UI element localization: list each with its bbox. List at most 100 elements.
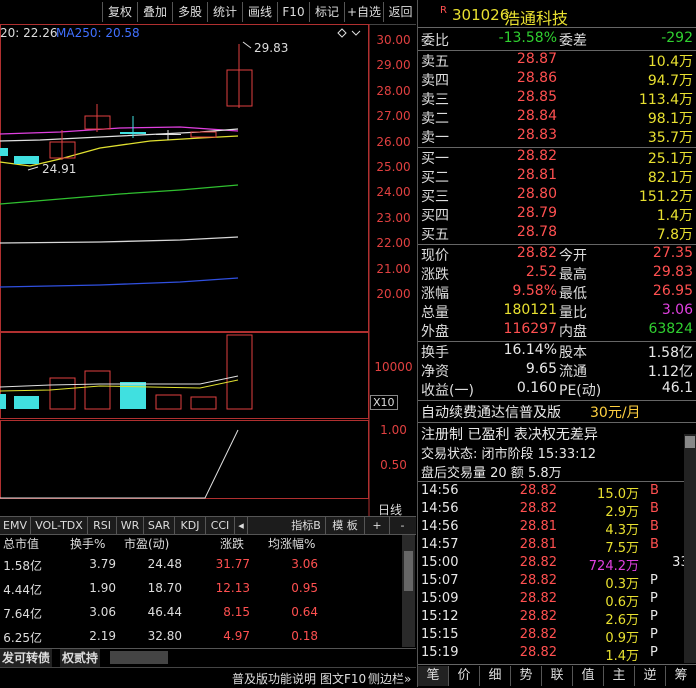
tick-time: 15:12 [421,609,459,624]
tick-price: 28.81 [519,519,557,534]
kline-chart[interactable]: 20: 22.26 MA250: 20.58 29.83 24.91 30.00… [0,24,416,517]
tab-convertible-bond[interactable]: 发可转债 [0,649,53,667]
tick-volume: 0.3万 [605,577,639,592]
book-row[interactable]: 卖一 28.83 35.7万 [418,127,696,146]
stats-cell: 32.80 [147,629,182,643]
zoom-in-button[interactable]: + [365,517,390,534]
right-tab[interactable]: 价 [449,666,480,686]
book-row[interactable]: 卖二 28.84 98.1万 [418,108,696,127]
weibi-row: 委比 -13.58% 委差 -292 [421,30,693,49]
right-tab[interactable]: 值 [573,666,604,686]
fund-value: 1.12亿 [647,364,693,380]
indicator-tabs: EMV VOL-TDX RSI WR SAR KDJ CCI ◂ 指标B 模 板… [0,516,416,535]
template-button[interactable]: 模 板 [326,517,365,534]
mark-button[interactable]: 标记 [309,2,344,22]
tab-scroll-left[interactable]: ◂ [235,517,248,534]
high-price-label: 29.83 [254,41,289,55]
stats-cell: 0.64 [291,605,318,619]
chart-toolbar: 复权 叠加 多股 统计 画线 F10 标记 +自选 返回 [0,0,416,25]
tab-vol-tdx[interactable]: VOL-TDX [31,517,88,534]
candle [156,134,181,135]
book-row[interactable]: 卖四 28.86 94.7万 [418,70,696,89]
tab-wr[interactable]: WR [117,517,144,534]
help-link[interactable]: 普及版功能说明 [232,670,316,687]
multi-stock-button[interactable]: 多股 [172,2,207,22]
chevron-down-icon[interactable] [351,30,361,36]
tab-holdings[interactable]: 权贰持 [60,649,101,667]
bottom-tabs: 发可转债 权贰持 [0,648,416,667]
tab-kdj[interactable]: KDJ [175,517,206,534]
indicator-line [0,429,239,499]
candle [120,132,146,134]
fuquan-button[interactable]: 复权 [102,2,137,22]
stats-cell: 31.77 [215,557,250,571]
tab-sar[interactable]: SAR [144,517,175,534]
stats-rows: 1.58亿 3.79 24.48 31.77 3.06 4.44亿 1.90 18.70 12.… [0,535,416,647]
f10-button[interactable]: F10 [277,2,309,22]
detail-row: 总量 180121 量比 3.06 [418,302,696,321]
f10-link[interactable]: 图文F10 [320,670,366,687]
tab-rsi[interactable]: RSI [88,517,117,534]
stats-scrollbar[interactable] [402,535,415,647]
low-price-label: 24.91 [42,162,77,176]
right-tab[interactable]: 笔 [418,666,449,686]
promo-row[interactable]: 自动续费通达信普及版 30元/月 [418,402,696,421]
book-row[interactable]: 买五 28.78 7.8万 [418,224,696,243]
scrollbar-thumb[interactable] [404,551,413,591]
indicator-b-button[interactable]: 指标B [287,517,326,534]
fund-label: 净资 [421,364,449,380]
detail-row: 现价 28.82 今开 27.35 [418,245,696,264]
stats-cell: 4.97 [223,629,250,643]
book-row[interactable]: 卖三 28.85 113.4万 [418,89,696,108]
right-tab[interactable]: 势 [511,666,542,686]
detail-value: 3.06 [661,302,693,318]
stats-cell: 0.18 [291,629,318,643]
right-tab[interactable]: 细 [480,666,511,686]
zoom-out-button[interactable]: - [390,517,415,534]
indicator-panel-border [0,420,369,499]
fund-label: 收益(一) [421,383,474,399]
stats-cell: 1.90 [89,581,116,595]
tick-row: 14:5728.817.5万B5 [418,537,696,556]
book-label: 卖五 [421,54,449,70]
tick-volume: 2.9万 [605,505,639,520]
detail-label: 现价 [421,248,449,264]
bottom-scrollbar[interactable] [110,651,168,664]
tick-direction: P [650,609,658,624]
fund-label: PE(动) [559,383,602,399]
price-axis-label: 28.00 [376,84,411,98]
book-row[interactable]: 买四 28.79 1.4万 [418,205,696,224]
fundamentals: 换手 16.14% 股本 1.58亿 净资 9.65 流通 1.12亿 收益(一) 0.160 PE… [418,342,696,400]
back-button[interactable]: 返回 [383,2,417,22]
related-stocks-table: 总市值 换手% 市盈(动) 涨跌 均涨幅% 1.58亿 3.79 24.48 31.7… [0,535,416,647]
tick-scrollbar[interactable] [684,434,696,663]
book-volume: 82.1万 [647,170,693,186]
price-axis-label: 24.00 [376,185,411,199]
tick-volume: 724.2万 [588,559,639,574]
kline-svg [0,24,370,516]
right-tab[interactable]: 逆 [635,666,666,686]
price-axis-label: 30.00 [376,33,411,47]
right-tab[interactable]: 主 [604,666,635,686]
detail-value: 26.95 [652,283,693,299]
tab-emv[interactable]: EMV [0,517,31,534]
overlay-button[interactable]: 叠加 [137,2,172,22]
right-tab[interactable]: 筹 [666,666,696,686]
fund-label: 流通 [559,364,587,380]
sidebar-toggle[interactable]: 侧边栏» [368,670,411,687]
draw-line-button[interactable]: 画线 [242,2,277,22]
book-row[interactable]: 买三 28.80 151.2万 [418,186,696,205]
tab-cci[interactable]: CCI [206,517,235,534]
right-tab[interactable]: 联 [542,666,573,686]
diamond-icon[interactable] [337,28,347,38]
tick-row: 15:1928.821.4万P1 [418,645,696,664]
add-watchlist-button[interactable]: +自选 [344,2,383,22]
statistics-button[interactable]: 统计 [207,2,242,22]
book-row[interactable]: 卖五 28.87 10.4万 [418,51,696,70]
detail-value: 27.35 [652,245,693,261]
book-row[interactable]: 买一 28.82 25.1万 [418,148,696,167]
scrollbar-thumb[interactable] [685,436,695,448]
book-row[interactable]: 买二 28.81 82.1万 [418,167,696,186]
volume-bar [49,377,76,410]
tick-row: 15:1228.822.6万P1 [418,609,696,628]
